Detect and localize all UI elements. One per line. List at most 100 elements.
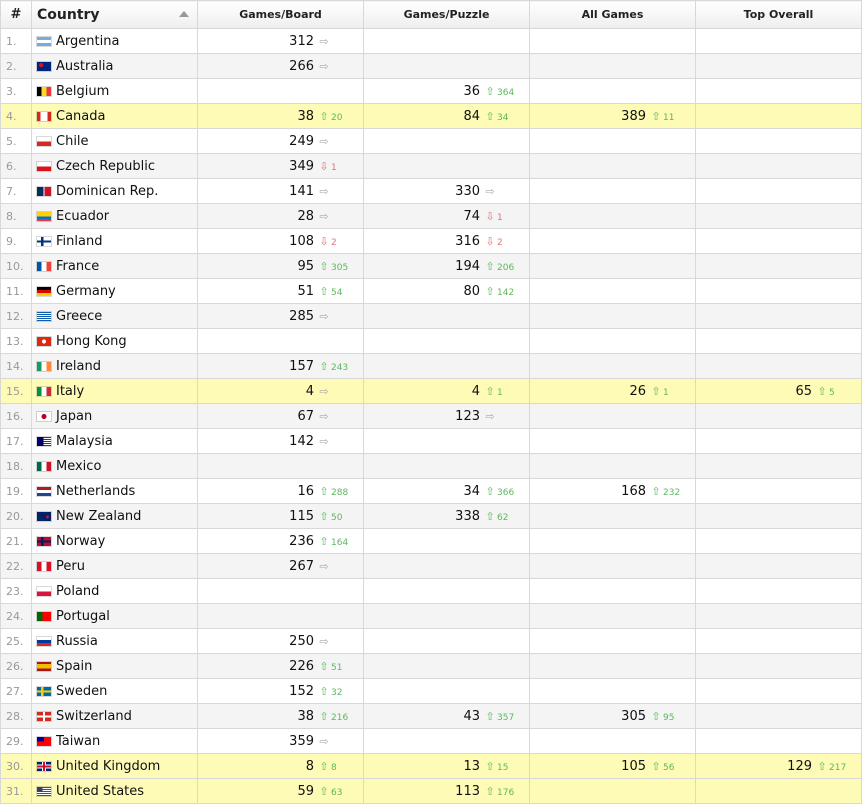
table-row[interactable]: 16. Japan 67 ⇨ 123 ⇨: [0, 403, 862, 429]
games-board-cell: 226 ⇧ 51: [197, 653, 364, 679]
table-row[interactable]: 23. Poland: [0, 578, 862, 604]
table-row[interactable]: 27. Sweden 152 ⇧ 32: [0, 678, 862, 704]
table-row[interactable]: 28. Switzerland 38 ⇧ 216 43 ⇧ 357 305 ⇧ 95: [0, 703, 862, 729]
table-row[interactable]: 14. Ireland 157 ⇧ 243: [0, 353, 862, 379]
header-games-board[interactable]: Games/Board: [197, 0, 364, 29]
rank-value: 95: [297, 258, 314, 274]
flag-icon: [37, 211, 51, 221]
rank-value: 338: [455, 508, 480, 524]
table-row[interactable]: 11. Germany 51 ⇧ 54 80 ⇧ 142: [0, 278, 862, 304]
rank-cell: 22.: [0, 553, 32, 579]
games-board-cell: 157 ⇧ 243: [197, 353, 364, 379]
arrow-right-icon: ⇨: [485, 409, 495, 423]
arrow-down-icon: ⇩: [319, 159, 329, 173]
table-row[interactable]: 15. Italy 4 ⇨ 4 ⇧ 1 26 ⇧ 1 65 ⇧ 5: [0, 378, 862, 404]
country-name: New Zealand: [56, 508, 142, 524]
country-name: Dominican Rep.: [56, 183, 159, 199]
rank-cell: 25.: [0, 628, 32, 654]
games-puzzle-cell: [363, 553, 530, 579]
header-all-games[interactable]: All Games: [529, 0, 696, 29]
games-puzzle-cell: 4 ⇧ 1: [363, 378, 530, 404]
country-name: Russia: [56, 633, 98, 649]
top-overall-cell: [695, 103, 862, 129]
header-rank[interactable]: #: [0, 0, 32, 29]
arrow-up-icon: ⇧: [485, 284, 495, 298]
arrow-right-icon: ⇨: [319, 59, 329, 73]
rank-value: 59: [297, 783, 314, 799]
table-row[interactable]: 8. Ecuador 28 ⇨ 74 ⇩ 1: [0, 203, 862, 229]
country-name: Peru: [56, 558, 85, 574]
table-row[interactable]: 5. Chile 249 ⇨: [0, 128, 862, 154]
table-row[interactable]: 20. New Zealand 115 ⇧ 50 338 ⇧ 62: [0, 503, 862, 529]
rank-value: 250: [289, 633, 314, 649]
table-row[interactable]: 7. Dominican Rep. 141 ⇨ 330 ⇨: [0, 178, 862, 204]
country-name: Italy: [56, 383, 85, 399]
country-cell: Czech Republic: [31, 153, 198, 179]
flag-icon: [37, 136, 51, 146]
country-cell: Norway: [31, 528, 198, 554]
all-games-cell: [529, 203, 696, 229]
rank-cell: 31.: [0, 778, 32, 804]
table-row[interactable]: 18. Mexico: [0, 453, 862, 479]
table-row[interactable]: 31. United States 59 ⇧ 63 113 ⇧ 176: [0, 778, 862, 804]
country-name: Norway: [56, 533, 106, 549]
table-row[interactable]: 1. Argentina 312 ⇨: [0, 28, 862, 54]
rank-value: 36: [463, 83, 480, 99]
header-country[interactable]: Country: [31, 0, 198, 29]
country-cell: Portugal: [31, 603, 198, 629]
all-games-cell: [529, 278, 696, 304]
table-row[interactable]: 25. Russia 250 ⇨: [0, 628, 862, 654]
rank-change: 164: [331, 537, 349, 548]
country-cell: Dominican Rep.: [31, 178, 198, 204]
table-row[interactable]: 3. Belgium 36 ⇧ 364: [0, 78, 862, 104]
top-overall-cell: [695, 528, 862, 554]
table-row[interactable]: 6. Czech Republic 349 ⇩ 1: [0, 153, 862, 179]
games-board-cell: 38 ⇧ 216: [197, 703, 364, 729]
games-board-cell: 38 ⇧ 20: [197, 103, 364, 129]
games-puzzle-cell: 316 ⇩ 2: [363, 228, 530, 254]
table-row[interactable]: 29. Taiwan 359 ⇨: [0, 728, 862, 754]
rank-value: 129: [787, 758, 812, 774]
flag-icon: [37, 161, 51, 171]
country-name: Mexico: [56, 458, 102, 474]
table-row[interactable]: 13. Hong Kong: [0, 328, 862, 354]
games-board-cell: 142 ⇨: [197, 428, 364, 454]
rank-value: 34: [463, 483, 480, 499]
arrow-up-icon: ⇧: [485, 259, 495, 273]
rank-value: 38: [297, 708, 314, 724]
all-games-cell: [529, 353, 696, 379]
arrow-up-icon: ⇧: [319, 109, 329, 123]
country-name: Switzerland: [56, 708, 132, 724]
header-games-puzzle[interactable]: Games/Puzzle: [363, 0, 530, 29]
arrow-right-icon: ⇨: [319, 134, 329, 148]
table-row[interactable]: 17. Malaysia 142 ⇨: [0, 428, 862, 454]
top-overall-cell: [695, 403, 862, 429]
rank-change: 305: [331, 262, 349, 273]
country-cell: Germany: [31, 278, 198, 304]
country-cell: Mexico: [31, 453, 198, 479]
table-row[interactable]: 10. France 95 ⇧ 305 194 ⇧ 206: [0, 253, 862, 279]
table-row[interactable]: 26. Spain 226 ⇧ 51: [0, 653, 862, 679]
games-puzzle-cell: [363, 303, 530, 329]
all-games-cell: [529, 503, 696, 529]
country-cell: Finland: [31, 228, 198, 254]
all-games-cell: [529, 428, 696, 454]
rank-cell: 19.: [0, 478, 32, 504]
rank-change: 217: [829, 762, 847, 773]
table-row[interactable]: 9. Finland 108 ⇩ 2 316 ⇩ 2: [0, 228, 862, 254]
header-top-overall[interactable]: Top Overall: [695, 0, 862, 29]
table-row[interactable]: 24. Portugal: [0, 603, 862, 629]
table-row[interactable]: 30. United Kingdom 8 ⇧ 8 13 ⇧ 15 105 ⇧ 56 129 ⇧ 217: [0, 753, 862, 779]
rank-change: 1: [497, 212, 503, 223]
top-overall-cell: [695, 553, 862, 579]
table-row[interactable]: 22. Peru 267 ⇨: [0, 553, 862, 579]
table-row[interactable]: 19. Netherlands 16 ⇧ 288 34 ⇧ 366 168 ⇧ 232: [0, 478, 862, 504]
rank-value: 152: [289, 683, 314, 699]
table-row[interactable]: 12. Greece 285 ⇨: [0, 303, 862, 329]
table-row[interactable]: 21. Norway 236 ⇧ 164: [0, 528, 862, 554]
arrow-up-icon: ⇧: [485, 759, 495, 773]
country-name: United Kingdom: [56, 758, 161, 774]
table-row[interactable]: 2. Australia 266 ⇨: [0, 53, 862, 79]
table-row[interactable]: 4. Canada 38 ⇧ 20 84 ⇧ 34 389 ⇧ 11: [0, 103, 862, 129]
top-overall-cell: [695, 253, 862, 279]
